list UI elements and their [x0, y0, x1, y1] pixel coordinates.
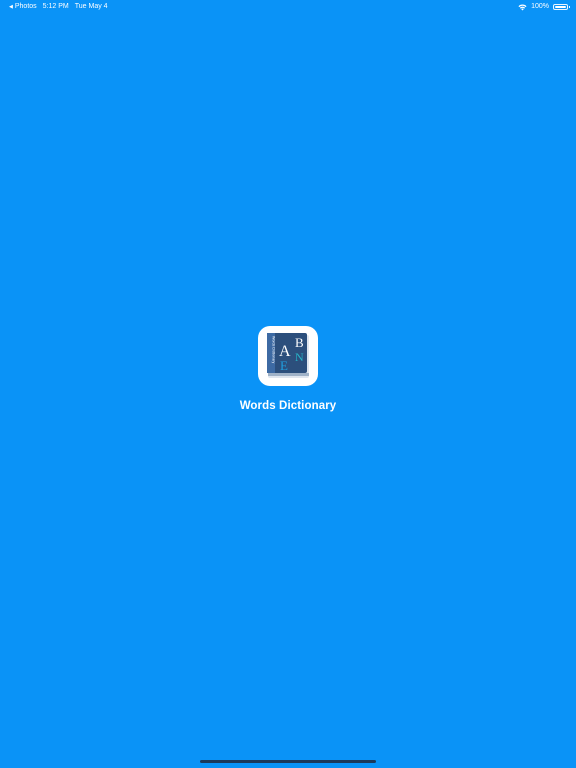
- launch-content: Words Dictionary A B E N Words Dictionar…: [0, 326, 576, 412]
- status-right: 100%: [518, 0, 570, 14]
- status-bar: ◀ Photos 5:12 PM Tue May 4 100%: [0, 0, 576, 14]
- battery-percent: 100%: [531, 3, 549, 10]
- icon-letter-b: B: [295, 335, 304, 350]
- battery-icon: [553, 4, 570, 10]
- back-to-app-link[interactable]: Photos: [15, 0, 37, 14]
- back-caret-icon[interactable]: ◀: [9, 0, 13, 14]
- book-spine-text: Words Dictionary: [272, 336, 276, 363]
- icon-letter-n: N: [295, 350, 304, 364]
- home-indicator[interactable]: [200, 760, 376, 763]
- status-time: 5:12 PM: [42, 3, 69, 10]
- app-name: Words Dictionary: [239, 400, 337, 412]
- wifi-icon: [518, 4, 527, 11]
- book-dictionary-icon: Words Dictionary A B E N: [267, 333, 309, 378]
- launch-screen: ◀ Photos 5:12 PM Tue May 4 100% Words Di…: [0, 0, 576, 768]
- status-left: ◀ Photos 5:12 PM Tue May 4: [9, 0, 108, 14]
- app-icon: Words Dictionary A B E N: [258, 326, 318, 386]
- status-date: Tue May 4: [74, 3, 108, 10]
- icon-letter-e: E: [280, 358, 288, 373]
